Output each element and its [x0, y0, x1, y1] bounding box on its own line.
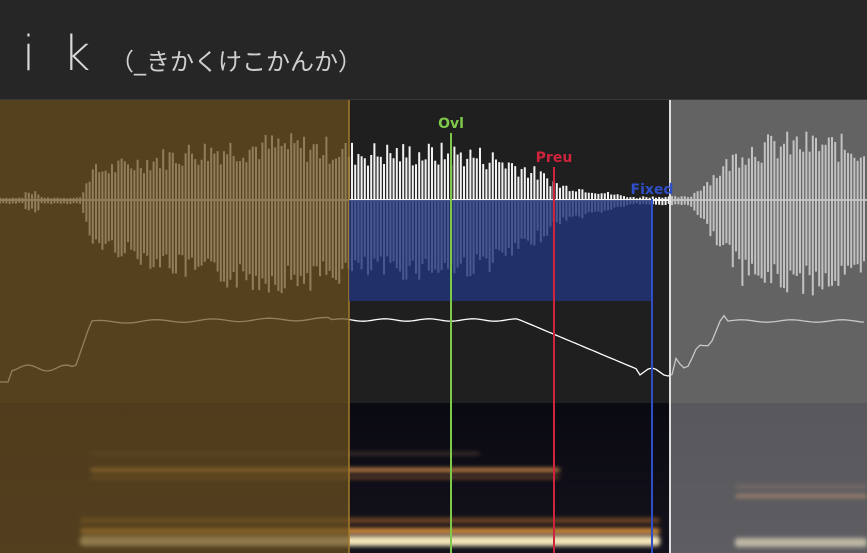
- oto-editor-window: i k （_きかくけこかんか） Ovl Preu Fixed: [0, 0, 867, 553]
- cutoff-region[interactable]: [670, 100, 867, 553]
- overlap-marker-label[interactable]: Ovl: [438, 116, 464, 132]
- title-bar: i k （_きかくけこかんか）: [0, 0, 867, 100]
- waveform-editor[interactable]: Ovl Preu Fixed: [0, 100, 867, 553]
- sample-filename: （_きかくけこかんか）: [110, 48, 362, 76]
- preutterance-marker-label[interactable]: Preu: [536, 150, 573, 166]
- fixed-marker-label[interactable]: Fixed: [631, 182, 674, 198]
- offset-region[interactable]: [0, 100, 349, 553]
- alias-title: i k: [22, 26, 97, 82]
- editor-canvas[interactable]: Ovl Preu Fixed: [0, 100, 867, 553]
- consonant-region[interactable]: [349, 200, 652, 301]
